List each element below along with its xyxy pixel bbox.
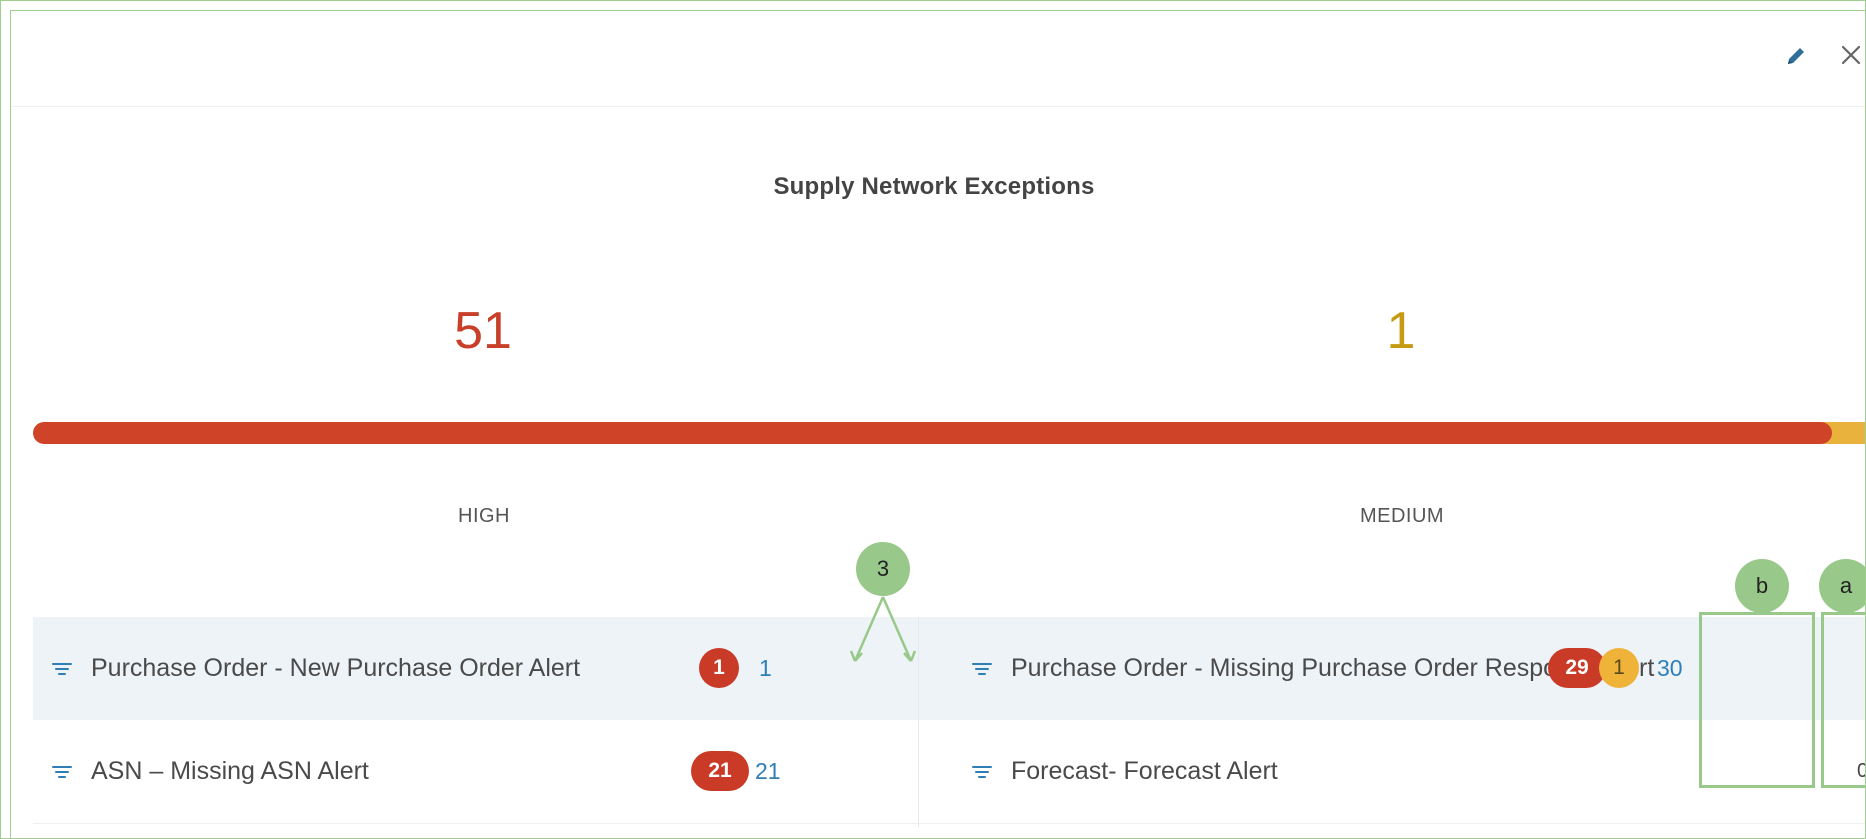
annotation-box-a [1821, 612, 1865, 788]
severity-bar [33, 422, 1865, 444]
pencil-icon[interactable] [1783, 43, 1809, 69]
alert-label[interactable]: Purchase Order - New Purchase Order Aler… [91, 617, 580, 720]
alert-label[interactable]: Forecast- Forecast Alert [1011, 720, 1278, 823]
medium-count-badge[interactable]: 1 [1599, 648, 1639, 688]
severity-bar-high-segment[interactable] [33, 422, 1833, 444]
annotation-marker-b: b [1735, 559, 1789, 613]
widget-header [11, 11, 1865, 107]
filter-icon[interactable] [51, 661, 73, 677]
filter-icon[interactable] [51, 764, 73, 780]
alert-cell: Purchase Order - New Purchase Order Aler… [33, 617, 950, 720]
annotation-marker-3: 3 [856, 542, 910, 596]
alert-table: Purchase Order - New Purchase Order Aler… [33, 617, 1865, 827]
high-count-badge[interactable]: 21 [691, 751, 749, 791]
medium-count[interactable]: 1 [1301, 301, 1501, 361]
close-icon[interactable] [1837, 41, 1865, 69]
high-count[interactable]: 51 [383, 301, 583, 361]
high-label: HIGH [458, 505, 510, 527]
filter-icon[interactable] [971, 764, 993, 780]
total-count-link[interactable]: 30 [1657, 617, 1683, 720]
annotation-box-b [1699, 612, 1815, 788]
medium-label: MEDIUM [1359, 505, 1445, 527]
total-count-link[interactable]: 21 [755, 720, 781, 823]
total-count-link[interactable]: 1 [759, 617, 772, 720]
card-title: Supply Network Exceptions [773, 173, 1095, 200]
annotation-arrows [849, 596, 917, 662]
alert-label[interactable]: ASN – Missing ASN Alert [91, 720, 369, 823]
annotation-marker-a: a [1819, 559, 1865, 613]
filter-icon[interactable] [971, 661, 993, 677]
alert-cell: ASN – Missing ASN Alert 21 21 [33, 720, 950, 823]
screenshot-frame: Supply Network Exceptions 51 1 HIGH MEDI… [0, 0, 1866, 839]
table-row: ASN – Missing ASN Alert 21 21 Forecast- … [33, 720, 1865, 824]
high-count-badge[interactable]: 1 [699, 648, 739, 688]
high-count-badge[interactable]: 29 [1548, 648, 1606, 688]
table-row: Purchase Order - New Purchase Order Aler… [33, 617, 1865, 720]
